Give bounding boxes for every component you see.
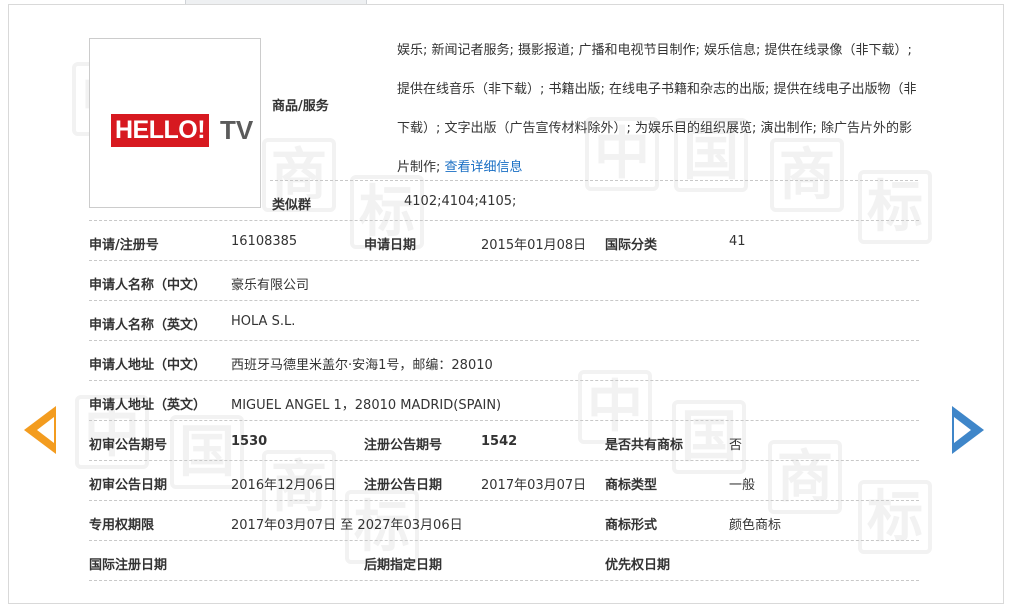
address-en-value: MIGUEL ANGEL 1，28010 MADRID(SPAIN) bbox=[231, 398, 502, 413]
divider bbox=[89, 540, 919, 541]
goods-list: 娱乐; 新闻记者服务; 摄影报道; 广播和电视节目制作; 娱乐信息; 提供在线录… bbox=[397, 43, 917, 175]
reg-pub-no-value: 1542 bbox=[481, 434, 518, 449]
divider bbox=[89, 420, 919, 421]
later-date-label: 后期指定日期 bbox=[364, 558, 443, 573]
applicant-cn-value: 豪乐有限公司 bbox=[231, 278, 310, 293]
trademark-image: HELLO! TV bbox=[89, 38, 261, 208]
reg-no-value: 16108385 bbox=[231, 234, 298, 249]
view-details-link[interactable]: 查看详细信息 bbox=[445, 160, 523, 175]
applicant-cn-label: 申请人名称（中文） bbox=[89, 278, 207, 293]
applicant-en-value: HOLA S.L. bbox=[231, 314, 296, 329]
shared-label: 是否共有商标 bbox=[605, 438, 684, 453]
reg-pub-no-label: 注册公告期号 bbox=[364, 438, 443, 453]
address-en-label: 申请人地址（英文） bbox=[89, 398, 207, 413]
address-cn-label: 申请人地址（中文） bbox=[89, 358, 207, 373]
reg-pub-date-label: 注册公告日期 bbox=[364, 478, 443, 493]
tm-type-value: 一般 bbox=[729, 478, 756, 493]
intl-class-value: 41 bbox=[729, 234, 746, 249]
divider bbox=[89, 380, 919, 381]
tm-form-value: 颜色商标 bbox=[729, 518, 782, 533]
exclusive-period-value: 2017年03月07日 至 2027年03月06日 bbox=[231, 518, 463, 533]
similar-group-label: 类似群 bbox=[272, 198, 312, 213]
priority-date-label: 优先权日期 bbox=[605, 558, 671, 573]
divider bbox=[89, 580, 919, 581]
intl-class-label: 国际分类 bbox=[605, 238, 658, 253]
prev-arrow-icon[interactable] bbox=[24, 406, 56, 454]
divider bbox=[89, 260, 919, 261]
prelim-date-label: 初审公告日期 bbox=[89, 478, 168, 493]
shared-value: 否 bbox=[729, 438, 743, 453]
divider bbox=[89, 220, 919, 221]
brand-logo-tv: TV bbox=[220, 115, 254, 145]
apply-date-label: 申请日期 bbox=[364, 238, 417, 253]
divider bbox=[89, 300, 919, 301]
tm-type-label: 商标类型 bbox=[605, 478, 658, 493]
reg-no-label: 申请/注册号 bbox=[89, 238, 159, 253]
divider bbox=[89, 460, 919, 461]
similar-group-value: 4102;4104;4105; bbox=[404, 194, 517, 209]
brand-logo-text: HELLO! bbox=[111, 114, 210, 147]
reg-pub-date-value: 2017年03月07日 bbox=[481, 478, 587, 493]
exclusive-period-label: 专用权期限 bbox=[89, 518, 155, 533]
divider bbox=[89, 340, 919, 341]
divider bbox=[270, 180, 918, 181]
divider bbox=[89, 500, 919, 501]
applicant-en-label: 申请人名称（英文） bbox=[89, 318, 207, 333]
next-arrow-icon[interactable] bbox=[952, 406, 984, 454]
intl-reg-date-label: 国际注册日期 bbox=[89, 558, 168, 573]
apply-date-value: 2015年01月08日 bbox=[481, 238, 587, 253]
prelim-date-value: 2016年12月06日 bbox=[231, 478, 337, 493]
tm-form-label: 商标形式 bbox=[605, 518, 658, 533]
goods-services-text: 娱乐; 新闻记者服务; 摄影报道; 广播和电视节目制作; 娱乐信息; 提供在线录… bbox=[397, 31, 921, 187]
goods-label: 商品/服务 bbox=[272, 99, 329, 114]
prelim-no-label: 初审公告期号 bbox=[89, 438, 168, 453]
prelim-no-value: 1530 bbox=[231, 434, 268, 449]
address-cn-value: 西班牙马德里米盖尔·安海1号，邮编：28010 bbox=[231, 358, 493, 373]
